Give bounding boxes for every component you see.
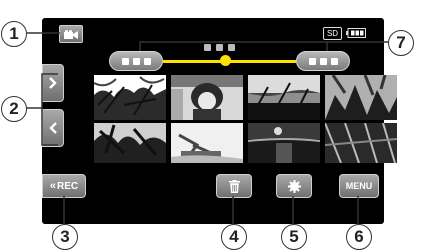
callout-3: 3	[52, 224, 78, 250]
callout-5: 5	[281, 224, 307, 250]
callout-6: 6	[346, 224, 372, 250]
callout-2: 2	[1, 96, 27, 122]
callout-1: 1	[1, 21, 27, 47]
callout-lines	[25, 32, 388, 230]
callout-7: 7	[388, 30, 414, 56]
callout-4: 4	[221, 224, 247, 250]
